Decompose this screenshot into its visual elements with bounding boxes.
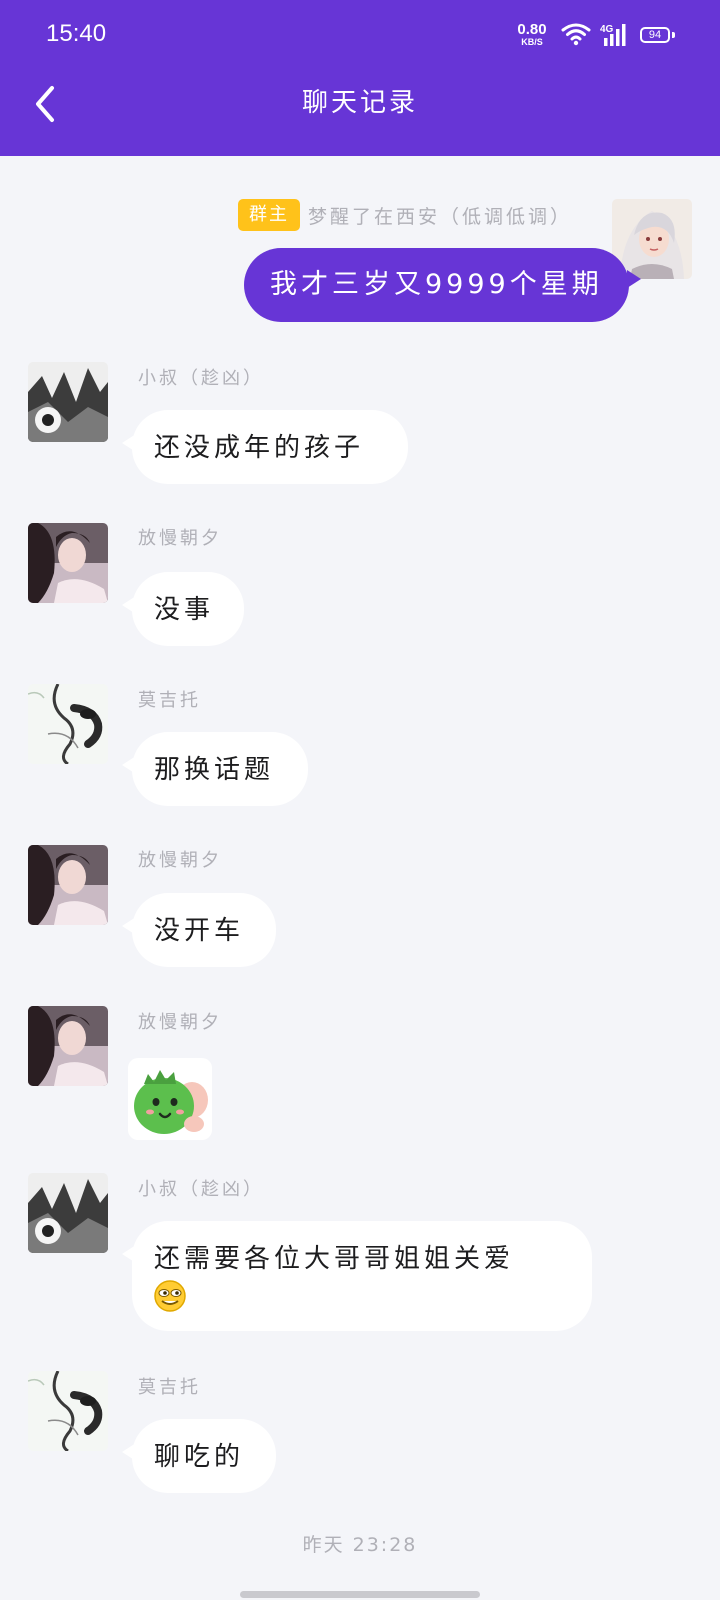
avatar-image (28, 523, 108, 603)
message-bubble[interactable]: 还需要各位大哥哥姐姐关爱 (122, 1221, 592, 1331)
cellular-signal-icon: 4G (600, 24, 626, 46)
green-dinosaur-sticker[interactable] (128, 1058, 212, 1140)
avatar-xiaoshu[interactable] (28, 362, 108, 442)
avatar-mojito[interactable] (28, 684, 108, 764)
sender-name: 梦醒了在西安（低调低调） (308, 206, 573, 228)
avatar-fangman-zhaoxi[interactable] (28, 523, 108, 603)
avatar-xiaoshu[interactable] (28, 1173, 108, 1253)
network-speed: 0.80 KB/S (516, 22, 548, 47)
message-bubble[interactable]: 那换话题 (122, 732, 308, 806)
avatar-fangman-zhaoxi[interactable] (28, 845, 108, 925)
sender-name: 小叔（趁凶） (138, 368, 264, 389)
sender-name: 放慢朝夕 (138, 850, 222, 871)
message-bubble[interactable]: 没开车 (122, 893, 276, 967)
status-bar: 15:40 0.80 KB/S 4G 94 (0, 0, 720, 70)
battery-icon: 94 (640, 27, 670, 43)
avatar-image (28, 1006, 108, 1086)
network-speed-value: 0.80 (517, 21, 547, 38)
message-bubble[interactable]: 还没成年的孩子 (122, 410, 408, 484)
message-bubble[interactable]: 没事 (122, 572, 244, 646)
dinosaur-sticker-image (128, 1058, 212, 1140)
network-speed-unit: KB/S (521, 37, 543, 47)
sender-name: 莫吉托 (138, 690, 201, 711)
grinning-face-emoji (154, 1279, 186, 1312)
message-bubble-mine[interactable]: 我才三岁又9999个星期 (244, 248, 641, 322)
sender-name: 放慢朝夕 (138, 1012, 222, 1033)
status-time: 15:40 (46, 20, 107, 47)
avatar-image (28, 1173, 108, 1253)
home-indicator[interactable] (240, 1591, 480, 1598)
chat-timestamp: 昨天 23:28 (302, 1534, 418, 1556)
message-bubble[interactable]: 聊吃的 (122, 1419, 276, 1493)
page-title: 聊天记录 (301, 88, 418, 118)
avatar-image (28, 1371, 108, 1451)
wifi-icon (561, 23, 591, 46)
sender-name: 放慢朝夕 (138, 528, 222, 549)
message-text: 还需要各位大哥哥姐姐关爱 (154, 1244, 515, 1274)
avatar-image (28, 362, 108, 442)
network-type-label: 4G (600, 24, 614, 35)
avatar-fangman-zhaoxi[interactable] (28, 1006, 108, 1086)
app-header: 15:40 0.80 KB/S 4G 94 聊天记录 (0, 0, 720, 156)
group-owner-badge: 群主 (238, 199, 300, 231)
sender-name: 小叔（趁凶） (138, 1179, 264, 1200)
battery-tip (672, 32, 675, 38)
avatar-image (28, 684, 108, 764)
avatar-mojito[interactable] (28, 1371, 108, 1451)
avatar-image (28, 845, 108, 925)
sender-name: 莫吉托 (138, 1377, 201, 1398)
